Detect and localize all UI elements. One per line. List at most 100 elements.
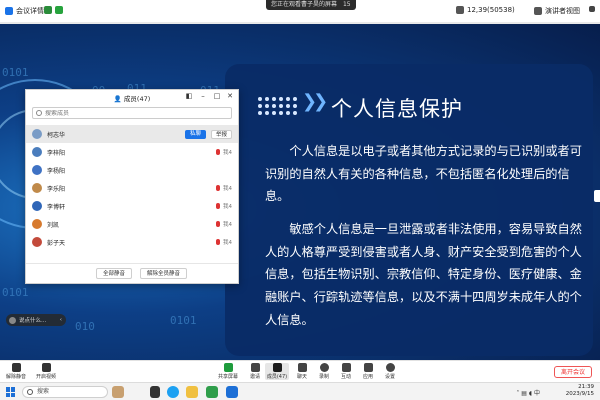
microphone-muted-icon bbox=[216, 239, 220, 245]
participant-name: 李梓阳 bbox=[47, 149, 66, 157]
chevron-left-icon[interactable]: ‹ bbox=[60, 317, 62, 323]
participant-tag: 我4 bbox=[223, 186, 232, 192]
participant-status: 我4 bbox=[216, 148, 232, 156]
participants-search-input[interactable] bbox=[45, 109, 225, 117]
view-switch-button[interactable]: 演讲者视图 bbox=[534, 6, 580, 16]
volume-icon[interactable]: ◖ bbox=[529, 390, 532, 397]
more-actions-button[interactable]: 举报 bbox=[210, 129, 232, 139]
avatar bbox=[32, 237, 42, 247]
participant-count[interactable]: 12,39(50538) bbox=[456, 6, 515, 14]
dots-decoration bbox=[258, 97, 297, 115]
deco-number: 010 bbox=[75, 320, 95, 333]
microphone-muted-icon bbox=[216, 185, 220, 191]
camera-icon bbox=[41, 363, 51, 372]
participant-row[interactable]: 彭子天 我4 bbox=[26, 233, 238, 251]
meeting-details-button[interactable]: 会议详情 bbox=[5, 6, 44, 16]
avatar bbox=[9, 316, 16, 324]
wechat-icon[interactable] bbox=[206, 386, 218, 398]
network-icon[interactable]: ▤ bbox=[521, 390, 527, 397]
record-button[interactable]: 录制 bbox=[312, 363, 336, 380]
edge-browser-icon[interactable] bbox=[167, 386, 179, 398]
task-view-icon[interactable] bbox=[150, 386, 160, 398]
mute-label: 解除静音 bbox=[5, 374, 26, 380]
share-banner-badge: 15 bbox=[342, 1, 351, 8]
settings-button[interactable]: 设置 bbox=[378, 363, 402, 380]
clock[interactable]: 21:39 2023/9/15 bbox=[566, 384, 594, 398]
participant-row[interactable]: 李梓阳 我4 bbox=[26, 143, 238, 161]
chat-preview[interactable]: 说点什么... ‹ bbox=[6, 314, 66, 326]
participant-row[interactable]: 柯志华 私聊 举报 bbox=[26, 125, 238, 143]
chevron-up-icon[interactable]: ˄ bbox=[516, 390, 519, 397]
minimize-icon[interactable]: – bbox=[198, 92, 208, 100]
slide-paragraph-2: 敏感个人信息是一旦泄露或者非法使用，容易导致自然人的人格尊严受到侵害或者人身、财… bbox=[265, 222, 582, 327]
participants-header: 👤 成员(47) ◧ – □ ✕ bbox=[26, 90, 238, 104]
search-icon bbox=[36, 110, 42, 116]
system-tray[interactable]: ˄ ▤ ◖ 中 bbox=[516, 388, 540, 397]
clock-time: 21:39 bbox=[578, 384, 594, 390]
participants-window: 👤 成员(47) ◧ – □ ✕ 柯志华私聊举报李梓阳我4李杨阳李乐阳我4李博轩… bbox=[25, 89, 239, 284]
participant-status: 我4 bbox=[216, 202, 232, 210]
participant-row[interactable]: 刘凯 我4 bbox=[26, 215, 238, 233]
fullscreen-icon[interactable] bbox=[589, 6, 595, 12]
participant-tag: 我4 bbox=[223, 150, 232, 156]
video-button[interactable]: 开启视频 bbox=[34, 363, 58, 380]
invite-label: 邀请 bbox=[249, 374, 260, 380]
os-taskbar: 搜索 ˄ ▤ ◖ 中 21:39 2023/9/15 bbox=[0, 382, 600, 400]
private-chat-button[interactable]: 私聊 bbox=[184, 129, 206, 139]
participant-count-label: 12,39(50538) bbox=[467, 6, 515, 14]
participant-tag: 我4 bbox=[223, 222, 232, 228]
participant-row[interactable]: 李乐阳 我4 bbox=[26, 179, 238, 197]
apps-icon bbox=[363, 363, 373, 372]
participants-label: 成员(47) bbox=[266, 374, 288, 380]
interact-button[interactable]: 互动 bbox=[334, 363, 358, 380]
slide-paragraph-1: 个人信息是以电子或者其他方式记录的与已识别或者可识别的自然人有关的各种信息，不包… bbox=[265, 144, 582, 204]
gear-icon bbox=[385, 363, 395, 372]
taskbar-search[interactable]: 搜索 bbox=[22, 386, 108, 398]
participants-list: 柯志华 私聊 举报 李梓阳 我4 李杨阳 李乐阳 我4 李博轩 我4 刘凯 我4 彭子天 我4 bbox=[26, 125, 238, 251]
participant-status: 我4 bbox=[216, 184, 232, 192]
apps-button[interactable]: 应用 bbox=[356, 363, 380, 380]
participant-row[interactable]: 李博轩 我4 bbox=[26, 197, 238, 215]
participant-name: 柯志华 bbox=[47, 131, 66, 139]
security-icon[interactable] bbox=[44, 6, 52, 14]
taskbar-search-label: 搜索 bbox=[37, 388, 50, 395]
participants-search[interactable] bbox=[32, 107, 232, 119]
view-switch-label: 演讲者视图 bbox=[545, 7, 580, 15]
windows-start-icon[interactable] bbox=[6, 387, 16, 397]
participant-status: 我4 bbox=[216, 220, 232, 228]
file-explorer-icon[interactable] bbox=[186, 386, 198, 398]
people-icon bbox=[272, 363, 282, 372]
side-collapse-handle[interactable] bbox=[594, 190, 600, 202]
chevron-decoration-icon: ❯❯ bbox=[302, 91, 328, 112]
participant-row[interactable]: 李杨阳 bbox=[26, 161, 238, 179]
signal-icon bbox=[55, 6, 63, 14]
participant-status: 我4 bbox=[216, 238, 232, 246]
tencent-meeting-icon[interactable] bbox=[226, 386, 238, 398]
unmute-all-button[interactable]: 解除全员静音 bbox=[140, 268, 188, 279]
avatar bbox=[32, 183, 42, 193]
leave-meeting-button[interactable]: 离开会议 bbox=[553, 366, 592, 378]
avatar bbox=[32, 129, 42, 139]
grid-icon bbox=[534, 7, 542, 15]
participant-tag: 我4 bbox=[223, 240, 232, 246]
microphone-icon bbox=[11, 363, 21, 372]
share-screen-button[interactable]: 共享屏幕 bbox=[216, 363, 240, 380]
mute-button[interactable]: 解除静音 bbox=[4, 363, 28, 380]
language-indicator[interactable]: 中 bbox=[534, 390, 540, 397]
deco-number: 0101 bbox=[2, 286, 29, 299]
chat-button[interactable]: 聊天 bbox=[290, 363, 314, 380]
dock-icon[interactable]: ◧ bbox=[184, 92, 194, 100]
close-icon[interactable]: ✕ bbox=[225, 92, 235, 100]
maximize-icon[interactable]: □ bbox=[212, 92, 222, 100]
avatar bbox=[32, 147, 42, 157]
participant-tag: 我4 bbox=[223, 204, 232, 210]
chat-preview-text: 说点什么... bbox=[19, 318, 47, 324]
clock-date: 2023/9/15 bbox=[565, 391, 594, 397]
mute-all-button[interactable]: 全部静音 bbox=[96, 268, 133, 279]
participant-name: 李乐阳 bbox=[47, 185, 66, 193]
participants-button[interactable]: 成员(47) bbox=[265, 363, 289, 380]
participant-name: 刘凯 bbox=[47, 221, 60, 229]
pinned-app-icon[interactable] bbox=[112, 386, 124, 398]
avatar bbox=[32, 165, 42, 175]
invite-button[interactable]: 邀请 bbox=[243, 363, 267, 380]
